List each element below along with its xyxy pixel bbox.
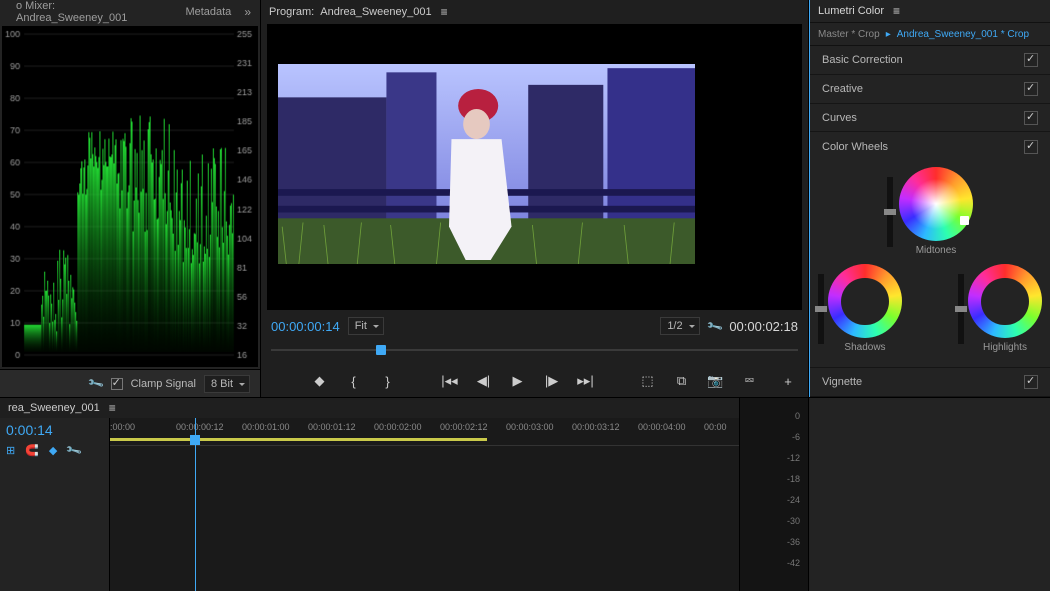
scope-tabs: o Mixer: Andrea_Sweeney_001 Metadata » — [0, 0, 260, 24]
share-button[interactable]: ⮹ — [740, 371, 760, 391]
lumetri-scopes-panel: o Mixer: Andrea_Sweeney_001 Metadata » 🔧… — [0, 0, 261, 397]
step-back-button[interactable]: ◀| — [474, 371, 494, 391]
video-frame — [278, 64, 695, 264]
db-label: -6 — [740, 427, 808, 448]
go-to-out-button[interactable]: ▸▸| — [576, 371, 596, 391]
ruler-tick: 00:00 — [704, 422, 727, 432]
timeline-tracks-area[interactable]: :00:00 00:00:00:12 00:00:01:00 00:00:01:12 0… — [110, 418, 739, 591]
timeline-panel: rea_Sweeney_001 ≡ 0:00:14 ⊞ 🧲 ◆ 🔧 :00:00… — [0, 398, 740, 591]
mark-in-button[interactable]: { — [344, 371, 364, 391]
clamp-signal-checkbox[interactable] — [111, 378, 123, 390]
db-label: -42 — [740, 553, 808, 574]
linked-selection-icon[interactable]: ◆ — [49, 444, 57, 457]
timeline-tab[interactable]: rea_Sweeney_001 — [8, 402, 100, 414]
section-creative[interactable]: Creative — [810, 75, 1050, 104]
mark-out-button[interactable]: } — [378, 371, 398, 391]
midtones-label: Midtones — [899, 245, 973, 256]
ruler-tick: 00:00:03:00 — [506, 422, 554, 432]
timeline-header-area: 0:00:14 ⊞ 🧲 ◆ 🔧 — [0, 418, 110, 591]
crumb-clip[interactable]: Andrea_Sweeney_001 * Crop — [897, 29, 1029, 40]
extract-button[interactable]: ⧉ — [672, 371, 692, 391]
program-title-prefix: Program: — [269, 6, 314, 18]
ruler-tick: 00:00:04:00 — [638, 422, 686, 432]
section-color-wheels[interactable]: Color Wheels — [810, 132, 1050, 161]
lumetri-breadcrumb: Master * Crop ▸ Andrea_Sweeney_001 * Cro… — [810, 23, 1050, 46]
timeline-panel-menu-icon[interactable]: ≡ — [106, 401, 119, 415]
lumetri-panel-menu-icon[interactable]: ≡ — [890, 4, 903, 18]
ruler-tick: 00:00:03:12 — [572, 422, 620, 432]
program-scrub-bar[interactable] — [271, 341, 798, 361]
lumetri-title: Lumetri Color — [818, 5, 884, 17]
timeline-settings-icon[interactable]: 🔧 — [65, 441, 83, 459]
db-label: -18 — [740, 469, 808, 490]
basic-correction-toggle[interactable] — [1024, 53, 1038, 67]
ruler-tick: 00:00:02:00 — [374, 422, 422, 432]
program-title: Andrea_Sweeney_001 — [320, 6, 431, 18]
panel-filler — [809, 398, 1050, 591]
zoom-dropdown[interactable]: Fit — [348, 317, 384, 335]
db-label: -30 — [740, 511, 808, 532]
lift-button[interactable]: ⬚ — [638, 371, 658, 391]
button-editor-plus-icon[interactable]: + — [778, 371, 798, 391]
program-timecode-right: 00:00:02:18 — [729, 319, 798, 334]
ruler-tick: 00:00:01:12 — [308, 422, 356, 432]
lumetri-color-panel: Lumetri Color ≡ Master * Crop ▸ Andrea_S… — [809, 0, 1050, 397]
scope-flyout-icon[interactable]: » — [241, 5, 254, 19]
shadows-luma-slider[interactable] — [818, 274, 824, 344]
go-to-in-button[interactable]: |◂◂ — [440, 371, 460, 391]
db-label: 0 — [740, 406, 808, 427]
ruler-tick: 00:00:02:12 — [440, 422, 488, 432]
tab-audio-mixer[interactable]: o Mixer: Andrea_Sweeney_001 — [6, 0, 175, 27]
timeline-work-area-bar[interactable] — [110, 438, 487, 441]
bit-depth-dropdown[interactable]: 8 Bit — [204, 375, 250, 393]
program-timecode-left[interactable]: 00:00:00:14 — [271, 319, 340, 334]
section-curves[interactable]: Curves — [810, 104, 1050, 133]
db-label: -36 — [740, 532, 808, 553]
resolution-dropdown[interactable]: 1/2 — [660, 317, 699, 335]
midtones-wheel-puck[interactable] — [960, 216, 969, 225]
export-frame-button[interactable]: 📷 — [706, 371, 726, 391]
highlights-luma-slider[interactable] — [958, 274, 964, 344]
scope-settings-icon[interactable]: 🔧 — [87, 375, 105, 393]
program-settings-icon[interactable]: 🔧 — [705, 317, 723, 335]
ruler-tick: :00:00 — [110, 422, 135, 432]
midtones-luma-slider[interactable] — [887, 177, 893, 247]
shadows-label: Shadows — [828, 342, 902, 353]
transport-button-bar: ◆ { } |◂◂ ◀| ▶ |▶ ▸▸| ⬚ ⧉ 📷 ⮹ + — [261, 365, 808, 397]
timeline-ruler[interactable]: :00:00 00:00:00:12 00:00:01:00 00:00:01:12 0… — [110, 418, 739, 446]
add-marker-button[interactable]: ◆ — [310, 371, 330, 391]
waveform-scope[interactable] — [2, 26, 258, 367]
shadows-wheel[interactable] — [828, 264, 902, 338]
program-panel-menu-icon[interactable]: ≡ — [438, 5, 451, 19]
timeline-timecode[interactable]: 0:00:14 — [6, 422, 103, 438]
audio-meter-panel: 0-6-12-18-24-30-36-42 — [740, 398, 809, 591]
db-label: -12 — [740, 448, 808, 469]
db-label: -24 — [740, 490, 808, 511]
curves-toggle[interactable] — [1024, 111, 1038, 125]
color-wheels-toggle[interactable] — [1024, 140, 1038, 154]
crumb-master[interactable]: Master * Crop — [818, 29, 880, 40]
program-playhead-marker[interactable] — [376, 345, 386, 355]
section-vignette[interactable]: Vignette — [810, 368, 1050, 397]
clamp-signal-label: Clamp Signal — [131, 378, 196, 390]
section-basic-correction[interactable]: Basic Correction — [810, 46, 1050, 75]
step-forward-button[interactable]: |▶ — [542, 371, 562, 391]
highlights-wheel[interactable] — [968, 264, 1042, 338]
timeline-playhead-head[interactable] — [190, 435, 200, 445]
creative-toggle[interactable] — [1024, 82, 1038, 96]
ruler-tick: 00:00:01:00 — [242, 422, 290, 432]
tab-metadata[interactable]: Metadata — [175, 3, 241, 21]
program-monitor-panel: Program: Andrea_Sweeney_001 ≡ — [261, 0, 809, 397]
nest-icon[interactable]: ⊞ — [6, 444, 15, 457]
color-wheels-area: Midtones Shadows Highlights — [810, 161, 1050, 368]
vignette-toggle[interactable] — [1024, 375, 1038, 389]
program-viewport[interactable] — [267, 24, 802, 310]
ruler-tick: 00:00:00:12 — [176, 422, 224, 432]
midtones-wheel[interactable] — [899, 167, 973, 241]
snap-icon[interactable]: 🧲 — [25, 444, 39, 457]
highlights-label: Highlights — [968, 342, 1042, 353]
play-button[interactable]: ▶ — [508, 371, 528, 391]
